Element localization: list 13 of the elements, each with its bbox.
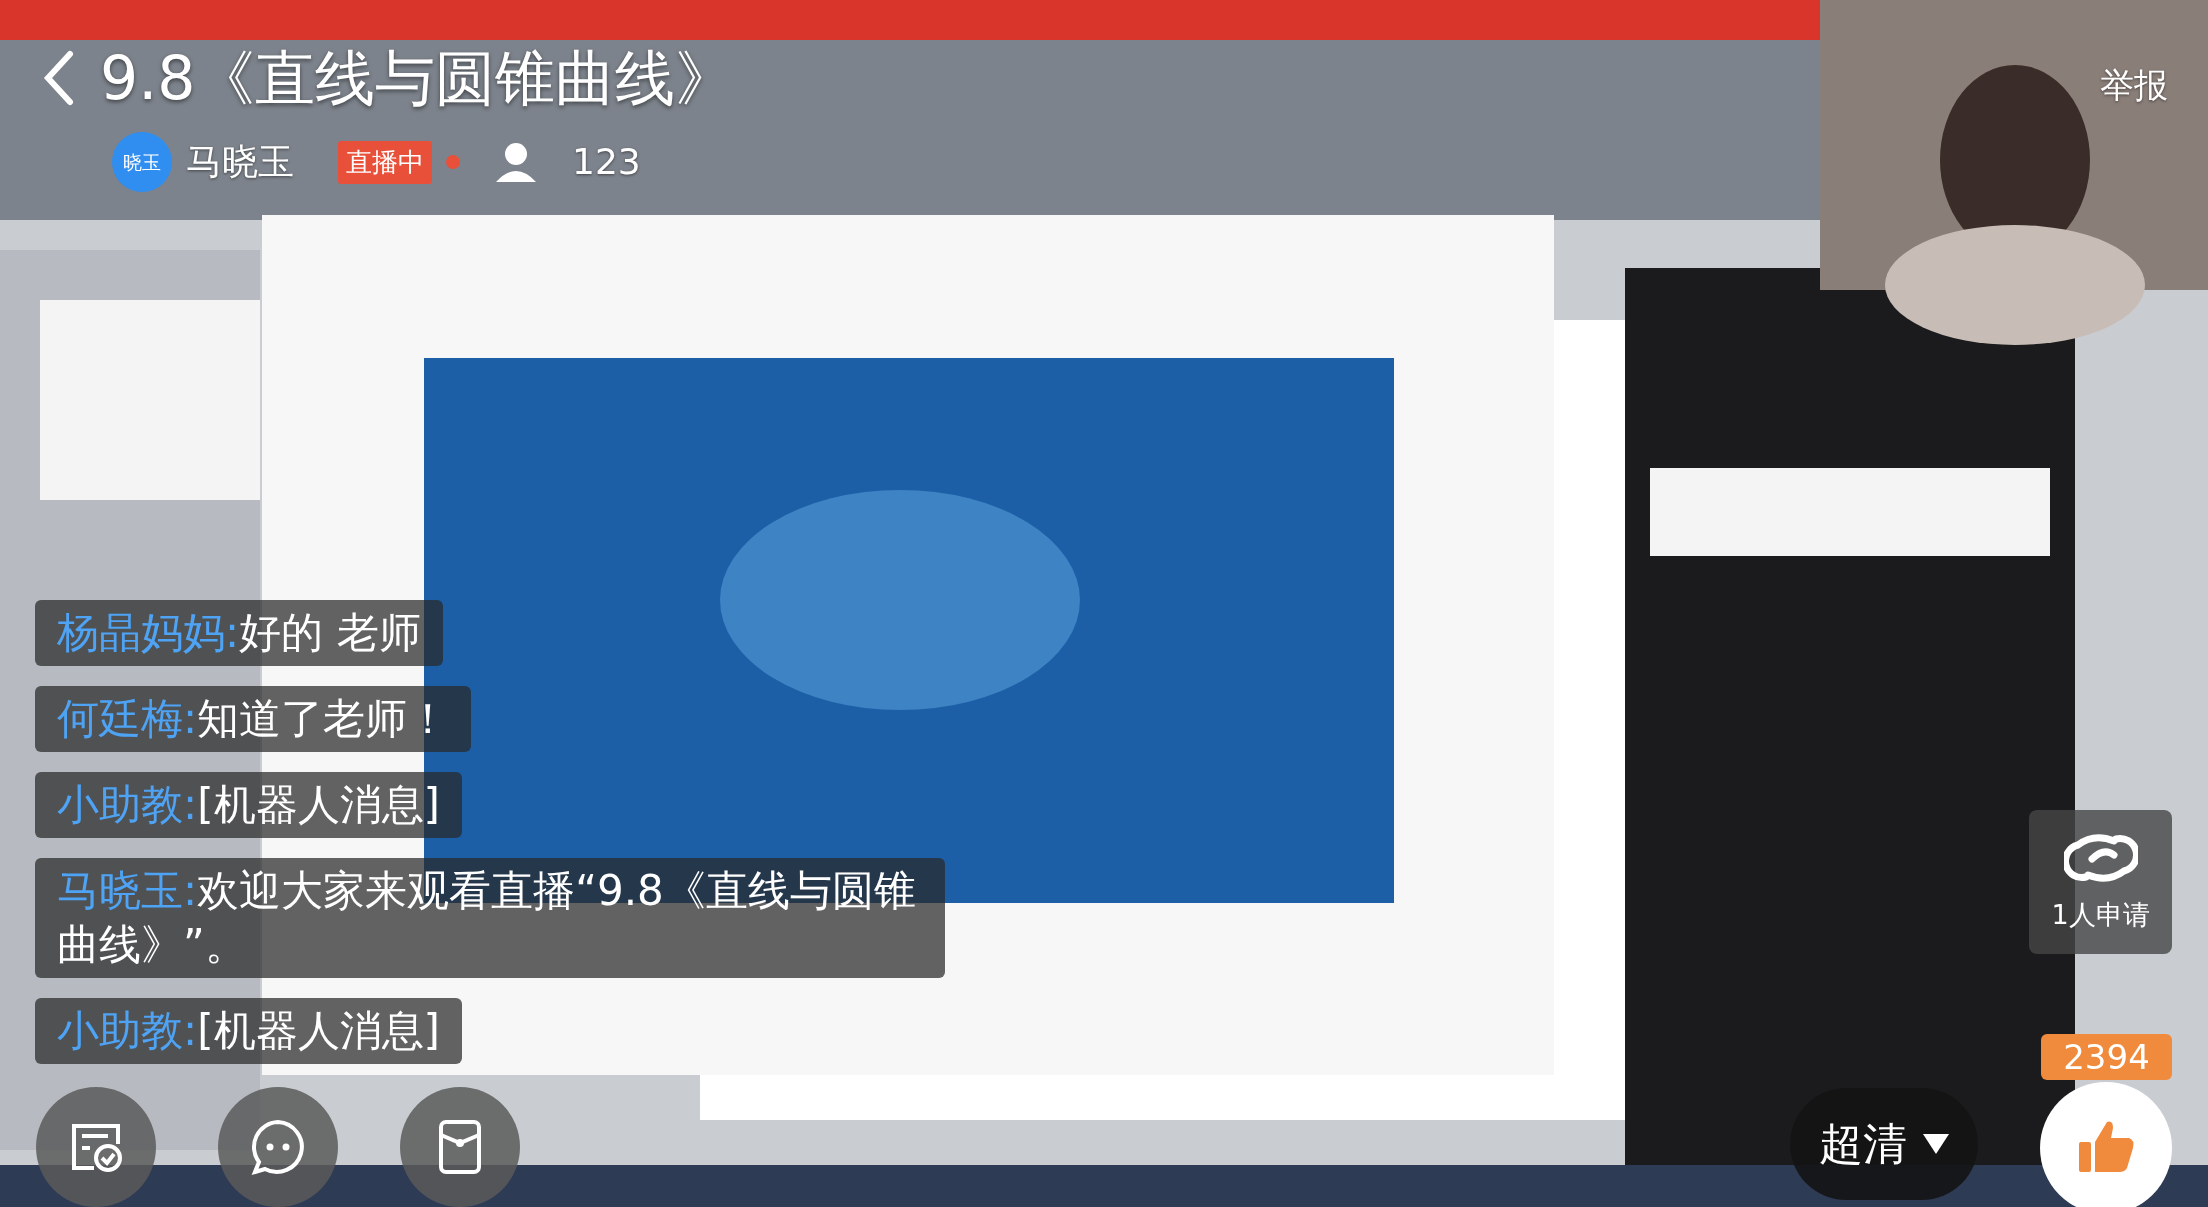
like-count: 2394 (2041, 1034, 2172, 1080)
chat-message: 小助教:[机器人消息] (35, 998, 462, 1064)
chat-message: 何廷梅:知道了老师！ (35, 686, 472, 752)
chat-message: 小助教:[机器人消息] (35, 772, 462, 838)
chat-message: 杨晶妈妈:好的 老师 (35, 600, 443, 666)
live-badge: 直播中 (338, 140, 432, 184)
host-name: 马晓玉 (186, 140, 294, 184)
link-request-panel[interactable]: 1人申请 (2029, 810, 2172, 954)
report-button[interactable]: 举报 (2100, 60, 2168, 111)
viewer-count: 123 (572, 140, 641, 184)
stream-title: 9.8《直线与圆锥曲线》 (100, 48, 736, 108)
chat-message: 马晓玉:欢迎大家来观看直播“9.8《直线与圆锥曲线》”。 (35, 858, 945, 978)
link-request-label: 1人申请 (2051, 897, 2150, 932)
